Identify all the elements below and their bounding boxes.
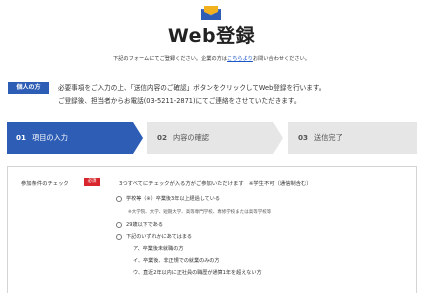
step-complete: 03 送信完了 <box>288 122 417 154</box>
step-label: 内容の確認 <box>173 133 209 142</box>
subtitle-text-before: 下記のフォームにてご登録ください。企業の方は <box>113 56 228 62</box>
eligibility-option-age[interactable]: 29歳以下である <box>116 221 163 228</box>
step-arrow <box>273 122 283 154</box>
field-label-eligibility: 参加条件のチェック <box>21 181 69 187</box>
option-note: ※大学院、大学、短期大学、高等専門学校、専修学校または高等学校等 <box>128 210 272 215</box>
step-number: 01 <box>16 133 27 142</box>
option-label: 29歳以下である <box>126 222 163 228</box>
intro-text-line1: 必要事項をご入力の上、「送信内容のご確認」ボタンをクリックしてWeb登録を行いま… <box>58 84 326 92</box>
field-note: 3つすべてにチェックが入る方がご参加いただけます ※学生不可（通信制含む） <box>119 181 312 187</box>
option-label: 学校等（※）卒業後3年以上経過している <box>126 196 220 202</box>
step-label: 送信完了 <box>314 133 343 142</box>
step-confirm: 02 内容の確認 <box>147 122 273 154</box>
step-label: 項目の入力 <box>32 133 68 142</box>
radio-button[interactable] <box>116 233 122 240</box>
envelope-icon <box>201 6 221 20</box>
option-label: 下記のいずれかにあてはまる <box>126 234 193 240</box>
radio-button[interactable] <box>116 221 122 228</box>
condition-item: イ、卒業後、非正規での就業のみの方 <box>133 258 220 264</box>
step-number: 03 <box>298 133 309 142</box>
step-number: 02 <box>157 133 168 142</box>
subtitle-text-after: お問い合わせください。 <box>252 56 310 62</box>
progress-steps: 01 項目の入力 02 内容の確認 03 送信完了 <box>7 122 417 154</box>
step-arrow <box>133 122 143 154</box>
required-badge: 必須 <box>84 178 100 186</box>
page-subtitle: 下記のフォームにてご登録ください。企業の方はこちらよりお問い合わせください。 <box>0 55 423 62</box>
intro-text-line2: ご登録後、担当者からお電話(03-5211-2871)にてご連絡をさせていただき… <box>58 97 301 105</box>
company-inquiry-link[interactable]: こちらより <box>227 56 253 62</box>
condition-item: ア、卒業後未就職の方 <box>133 246 184 252</box>
page-title: Web登録 <box>167 25 256 47</box>
condition-item: ウ、直近2年以内に正社員の職歴が通算1年を超えない方 <box>133 270 262 276</box>
eligibility-option-conditions[interactable]: 下記のいずれかにあてはまる <box>116 233 192 240</box>
form-panel: 参加条件のチェック 必須 3つすべてにチェックが入る方がご参加いただけます ※学… <box>7 166 417 293</box>
step-input: 01 項目の入力 <box>7 122 133 154</box>
individual-badge: 個人の方 <box>8 82 49 94</box>
eligibility-option-graduated[interactable]: 学校等（※）卒業後3年以上経過している <box>116 195 220 202</box>
radio-button[interactable] <box>116 195 122 202</box>
